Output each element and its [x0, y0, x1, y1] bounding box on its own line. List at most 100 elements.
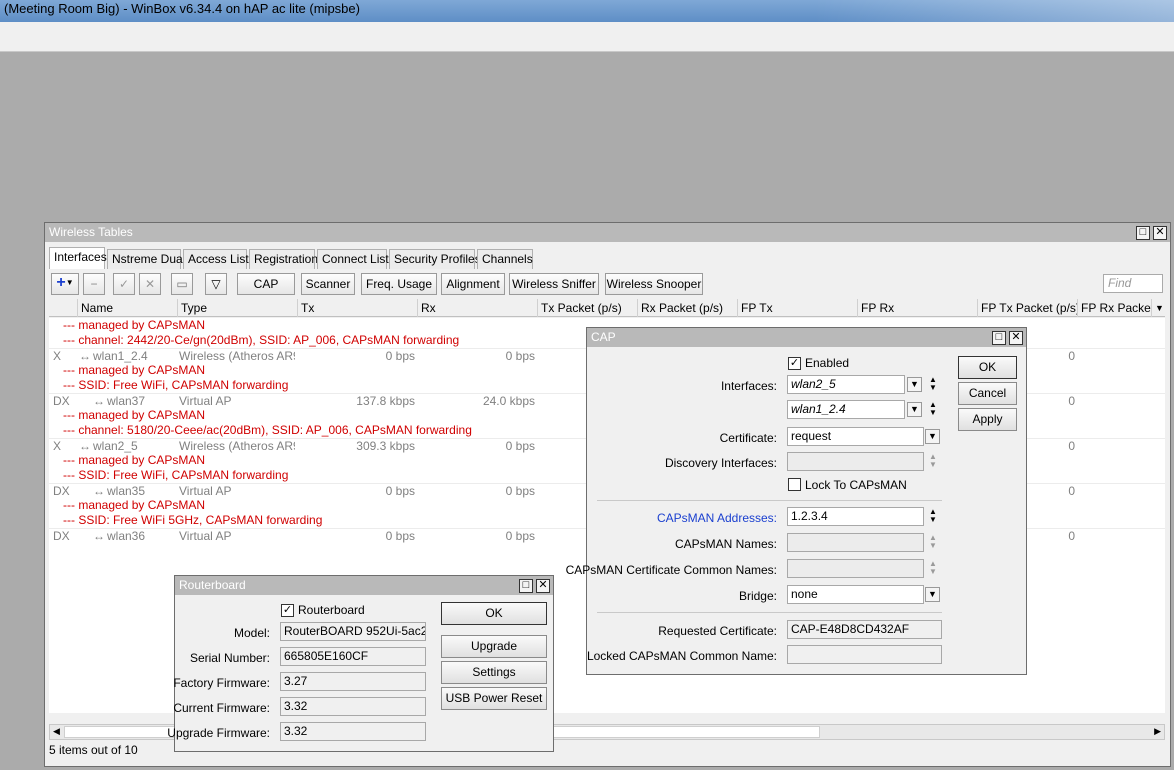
tab-access-list[interactable]: Access List — [183, 249, 249, 269]
column-header[interactable]: FP Rx — [857, 299, 977, 317]
tab-registration[interactable]: Registration — [249, 249, 318, 269]
filter-icon: ▽ — [211, 277, 221, 291]
wireless-sniffer-button[interactable]: Wireless Sniffer — [509, 273, 599, 295]
column-header[interactable]: Tx Packet (p/s) — [537, 299, 637, 317]
maximize-button[interactable]: □ — [519, 579, 533, 593]
close-button[interactable]: ✕ — [536, 579, 550, 593]
lock-to-capsman-checkbox[interactable] — [788, 478, 801, 491]
close-button[interactable]: ✕ — [1153, 226, 1167, 240]
tab-connect-list[interactable]: Connect List — [317, 249, 389, 269]
interface-icon: ↔ — [79, 349, 91, 363]
routerboard-checkbox-label: Routerboard — [298, 603, 365, 617]
ok-button[interactable]: OK — [441, 602, 547, 625]
row-type: Wireless (Atheros AR9... — [179, 349, 295, 363]
status-bar: 5 items out of 10 — [49, 743, 138, 757]
enable-button[interactable]: ✓ — [113, 273, 135, 295]
tab-interfaces[interactable]: Interfaces — [49, 247, 107, 269]
column-header[interactable]: Rx — [417, 299, 537, 317]
column-header[interactable]: FP Tx — [737, 299, 857, 317]
disable-button[interactable]: ✕ — [139, 273, 161, 295]
capsman-names-updown-icon[interactable]: ▲ ▼ — [927, 534, 939, 552]
capsman-names-field[interactable] — [787, 533, 924, 552]
scroll-left-icon[interactable]: ◀ — [53, 726, 60, 737]
freq-usage-button[interactable]: Freq. Usage — [361, 273, 437, 295]
discovery-interfaces-field[interactable] — [787, 452, 924, 471]
column-header[interactable]: Tx — [297, 299, 417, 317]
tab-security-profiles[interactable]: Security Profiles — [389, 249, 481, 269]
certificate-select[interactable]: request — [787, 427, 924, 446]
interface-1-dropdown-icon[interactable]: ▼ — [907, 377, 922, 392]
interface-2-select[interactable]: wlan1_2.4 — [787, 400, 905, 419]
comment-button[interactable]: ▭ — [171, 273, 193, 295]
bridge-select[interactable]: none — [787, 585, 924, 604]
interface-1-updown-icon[interactable]: ▲ ▼ — [927, 376, 939, 394]
alignment-button[interactable]: Alignment — [441, 273, 505, 295]
add-button[interactable]: +▼ — [51, 273, 79, 295]
enabled-checkbox[interactable]: ✓ — [788, 357, 801, 370]
row-tx: 309.3 kbps — [356, 439, 415, 453]
interface-2-updown-icon[interactable]: ▲ ▼ — [927, 401, 939, 419]
row-name: wlan2_5 — [93, 439, 138, 453]
cap-button[interactable]: CAP — [237, 273, 295, 295]
filter-button[interactable]: ▽ — [205, 273, 227, 295]
upgrade-button[interactable]: Upgrade — [441, 635, 547, 658]
maximize-button[interactable]: □ — [1136, 226, 1150, 240]
wireless-snooper-button[interactable]: Wireless Snooper — [605, 273, 703, 295]
row-rx: 24.0 kbps — [482, 394, 535, 408]
routerboard-titlebar: Routerboard □ ✕ — [175, 576, 553, 595]
row-rx: 0 bps — [505, 349, 535, 363]
row-comment: --- managed by CAPsMAN — [63, 453, 206, 467]
capsman-cert-common-names-field[interactable] — [787, 559, 924, 578]
interface-icon: ↔ — [93, 484, 105, 498]
tab-nstreme-dual[interactable]: Nstreme Dual — [107, 249, 185, 269]
interface-1-select[interactable]: wlan2_5 — [787, 375, 905, 394]
scroll-right-icon[interactable]: ▶ — [1154, 726, 1161, 737]
factory-firmware-field: 3.27 — [280, 672, 426, 691]
column-header[interactable]: Type — [177, 299, 297, 317]
close-button[interactable]: ✕ — [1009, 331, 1023, 345]
row-name: wlan35 — [107, 484, 146, 498]
scanner-button[interactable]: Scanner — [301, 273, 355, 295]
capsman-cert-common-names-label: CAPsMAN Certificate Common Names: — [565, 563, 777, 577]
row-comment: --- channel: 5180/20-Ceee/ac(20dBm), SSI… — [63, 423, 472, 437]
remove-button[interactable]: − — [83, 273, 105, 295]
maximize-button[interactable]: □ — [992, 331, 1006, 345]
ok-button[interactable]: OK — [958, 356, 1017, 379]
column-header[interactable]: FP Tx Packet (p/s) — [977, 299, 1077, 317]
interface-2-dropdown-icon[interactable]: ▼ — [907, 402, 922, 417]
settings-button[interactable]: Settings — [441, 661, 547, 684]
find-input[interactable]: Find — [1103, 274, 1163, 293]
wireless-tables-title: Wireless Tables — [49, 225, 133, 239]
usb-power-reset-button[interactable]: USB Power Reset — [441, 687, 547, 710]
column-header[interactable]: Rx Packet (p/s) — [637, 299, 737, 317]
capsman-cert-updown-icon[interactable]: ▲ ▼ — [927, 560, 939, 578]
column-header[interactable]: FP Rx Packet — [1077, 299, 1151, 317]
row-comment: --- managed by CAPsMAN — [63, 318, 206, 332]
column-header[interactable]: Name — [77, 299, 177, 317]
routerboard-checkbox[interactable]: ✓ — [281, 604, 294, 617]
apply-button[interactable]: Apply — [958, 408, 1017, 431]
current-firmware-label: Current Firmware: — [173, 701, 270, 715]
column-menu-icon[interactable]: ▼ — [1151, 299, 1165, 317]
row-tx: 0 bps — [385, 349, 415, 363]
capsman-names-label: CAPsMAN Names: — [674, 537, 777, 551]
row-rx: 0 bps — [505, 529, 535, 543]
cap-titlebar: CAP □ ✕ — [587, 328, 1026, 347]
row-flag: DX — [53, 529, 70, 543]
row-name: wlan37 — [107, 394, 146, 408]
capsman-addresses-label: CAPsMAN Addresses: — [656, 511, 777, 525]
row-type: Wireless (Atheros AR9... — [179, 439, 295, 453]
discovery-updown-icon[interactable]: ▲ ▼ — [927, 453, 939, 471]
tab-channels[interactable]: Channels — [477, 249, 533, 269]
certificate-dropdown-icon[interactable]: ▼ — [925, 429, 940, 444]
row-comment: --- channel: 2442/20-Ce/gn(20dBm), SSID:… — [63, 333, 460, 347]
row-comment: --- SSID: Free WiFi, CAPsMAN forwarding — [63, 468, 289, 482]
divider — [597, 612, 942, 613]
bridge-dropdown-icon[interactable]: ▼ — [925, 587, 940, 602]
capsman-addresses-updown-icon[interactable]: ▲ ▼ — [927, 508, 939, 526]
capsman-addresses-input[interactable]: 1.2.3.4 — [787, 507, 924, 526]
cancel-button[interactable]: Cancel — [958, 382, 1017, 405]
row-comment: --- managed by CAPsMAN — [63, 408, 206, 422]
row-flag: DX — [53, 484, 70, 498]
row-flag: DX — [53, 394, 70, 408]
